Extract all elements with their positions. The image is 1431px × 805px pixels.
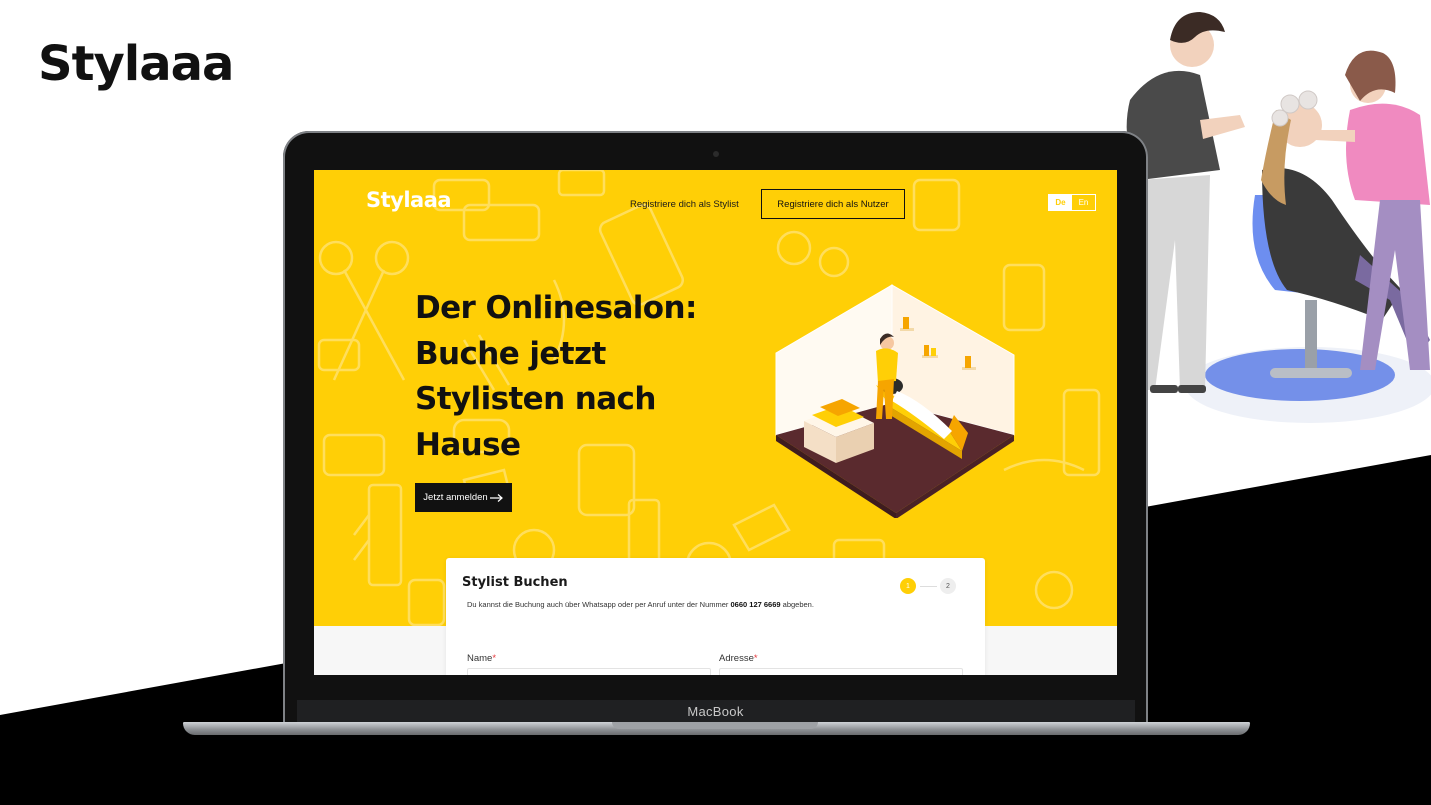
hero-title-line: Hause [415,426,521,463]
cta-signup-button[interactable]: Jetzt anmelden [415,483,512,512]
adresse-field-label: Adresse* [719,653,758,664]
booking-title: Stylist Buchen [462,575,568,590]
salon-room-illustration [775,284,1015,518]
register-user-label: Registriere dich als Nutzer [777,198,889,210]
required-mark: * [753,653,758,664]
camera-icon [713,151,719,157]
presentation-slide: Stylaaa Stylaaa Registriere dich als Sty… [0,0,1431,805]
adresse-label-text: Adresse [719,653,754,664]
booking-phone[interactable]: 0660 127 6669 [731,600,781,609]
booking-desc-prefix: Du kannst die Buchung auch über Whatsapp… [467,600,729,609]
site-logo[interactable]: Stylaaa [366,188,452,212]
macbook-label: MacBook [687,704,744,719]
booking-description: Du kannst die Buchung auch über Whatsapp… [467,600,814,609]
laptop-notch [612,722,818,729]
brand-logo: Stylaaa [38,34,238,114]
scissors-icon [38,34,238,114]
adresse-input[interactable] [719,668,963,675]
register-user-button[interactable]: Registriere dich als Nutzer [761,189,905,219]
step-indicator-2: 2 [940,578,956,594]
laptop-screen: Stylaaa Registriere dich als Stylist Reg… [314,170,1117,675]
arrow-right-icon [489,493,503,502]
hero-title-line: Der Onlinesalon: [415,290,697,326]
hero-title-line: Stylisten nach [415,381,656,417]
required-mark: * [492,653,497,664]
lang-en-button[interactable]: En [1072,195,1095,210]
lang-de-button[interactable]: De [1049,195,1072,210]
name-input[interactable] [467,668,711,675]
language-toggle: De En [1048,194,1096,211]
step-indicator-1: 1 [900,578,916,594]
booking-card: Stylist Buchen Du kannst die Buchung auc… [446,558,985,675]
register-stylist-link[interactable]: Registriere dich als Stylist [630,199,739,210]
hero-title: Der Onlinesalon: Buche jetzt Stylisten n… [415,286,745,468]
name-field-label: Name* [467,653,496,664]
hero-title-line: Buche jetzt [415,335,606,372]
step-connector [920,586,937,587]
booking-desc-suffix: abgeben. [782,600,814,609]
name-label-text: Name [467,653,493,664]
cta-label: Jetzt anmelden [423,492,488,503]
